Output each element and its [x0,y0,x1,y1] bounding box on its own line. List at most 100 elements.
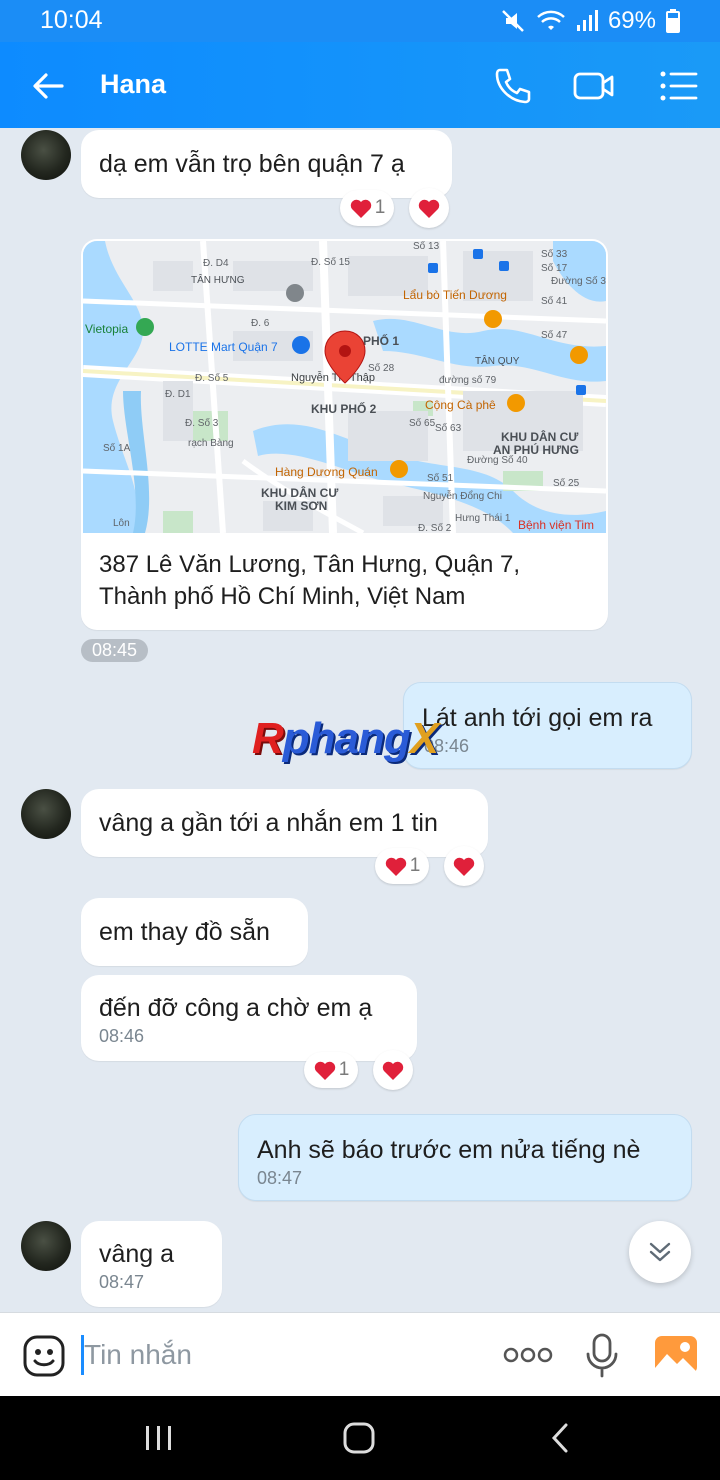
back-arrow-icon[interactable] [28,66,68,106]
my-message-bubble[interactable]: Anh sẽ báo trước em nửa tiếng nè 08:47 [238,1114,692,1201]
recent-apps-icon[interactable] [143,1425,175,1451]
scroll-to-bottom-button[interactable] [629,1221,691,1283]
map-label: Số 1A [103,442,131,454]
map-label: PHỐ 1 [363,333,399,348]
home-icon[interactable] [342,1421,376,1455]
map-label: Đ. D1 [165,389,191,400]
map-label: Số 65 [409,417,436,429]
system-navigation-bar [0,1396,720,1480]
avatar[interactable] [21,1221,71,1271]
heart-icon [350,199,371,218]
react-button[interactable] [444,846,484,886]
chat-header: Hana [0,42,720,128]
reaction-count: 1 [374,197,386,218]
map-label: Đường Số 37 [551,275,606,287]
message-bubble[interactable]: vâng a 08:47 [81,1221,222,1307]
heart-icon [385,857,406,876]
message-time: 08:47 [257,1168,303,1188]
heart-icon [453,857,475,876]
more-icon[interactable] [503,1343,553,1367]
message-text: Lát anh tới gọi em ra [422,704,653,732]
map-label: Số 13 [413,241,440,252]
image-icon[interactable] [653,1334,699,1376]
map-label: LOTTE Mart Quận 7 [169,340,278,354]
status-bar: 10:04 69% [0,0,720,42]
message-text: vâng a gần tới a nhắn em 1 tin [99,809,438,837]
map-preview[interactable]: Số 13 Đ. Số 15 Số 33 Số 17 Đường Số 37 S… [83,241,606,533]
react-button[interactable] [373,1050,413,1090]
map-label: KHU DÂN CƯ [501,429,578,444]
map-label: Số 17 [541,262,568,274]
map-label: Số 47 [541,329,568,341]
menu-list-icon[interactable] [656,64,700,108]
sticker-icon[interactable] [22,1334,66,1378]
back-nav-icon[interactable] [548,1421,572,1455]
reaction-count-badge[interactable]: 1 [304,1052,358,1088]
contact-name[interactable]: Hana [100,69,166,100]
message-text: dạ em vẫn trọ bên quận 7 ạ [99,150,405,178]
chevron-down-icon [649,1242,671,1262]
reaction-count: 1 [338,1059,350,1080]
my-message-bubble[interactable]: Lát anh tới gọi em ra 08:46 [403,682,692,769]
message-bubble[interactable]: em thay đồ sẵn [81,898,308,966]
map-label: AN PHÚ HƯNG [493,442,579,457]
signal-icon [576,10,598,31]
map-label: KHU DÂN CƯ [261,485,338,500]
address-line: 387 Lê Văn Lương, Tân Hưng, Quận 7, [99,551,521,578]
map-label: Đ. Số 2 [418,522,452,533]
map-label: TÂN HƯNG [191,273,245,286]
message-list[interactable]: dạ em vẫn trọ bên quận 7 ạ 1 Số 13 Đ. Số… [0,128,720,1312]
watermark-letter: R [252,714,284,763]
watermark-logo: RphangX [252,714,439,764]
message-input[interactable]: Tin nhắn [84,1339,192,1371]
map-label: Đ. Số 5 [195,372,229,384]
map-label: đường số 79 [439,374,497,386]
map-label: Đ. Số 15 [311,256,350,268]
battery-percent: 69% [607,7,656,34]
video-call-icon[interactable] [572,64,616,108]
message-text: em thay đồ sẵn [99,918,270,946]
map-label: Số 51 [427,472,454,484]
map-label: Hàng Dương Quán [275,465,378,479]
status-time: 10:04 [40,6,103,34]
map-label: Cộng Cà phê [425,398,496,412]
location-card[interactable]: Số 13 Đ. Số 15 Số 33 Số 17 Đường Số 37 S… [81,239,608,630]
map-label: Đ. 6 [251,318,270,329]
message-text: vâng a [99,1240,175,1268]
map-label: Bệnh viện Tim [518,518,594,532]
map-label: Đ. D4 [203,258,229,269]
message-bubble[interactable]: đến đỡ công a chờ em ạ 08:46 [81,975,417,1061]
phone-icon[interactable] [490,64,534,108]
message-time: 08:47 [99,1272,145,1292]
map-label: KHU PHỐ 2 [311,401,377,416]
location-address: 387 Lê Văn Lương, Tân Hưng, Quận 7, Thàn… [99,549,520,613]
message-time: 08:46 [424,736,470,756]
map-label: Số 41 [541,295,568,307]
message-text: Anh sẽ báo trước em nửa tiếng nè [257,1136,641,1164]
message-input-bar: Tin nhắn [0,1312,720,1396]
heart-icon [418,199,440,218]
map-label: Số 33 [541,248,568,260]
status-icons: 69% [500,7,680,35]
map-label: Số 25 [553,477,580,489]
map-label: KIM SƠN [275,499,327,513]
watermark-letter: X [409,714,439,763]
reaction-count-badge[interactable]: 1 [340,190,394,226]
heart-icon [382,1061,404,1080]
microphone-icon[interactable] [585,1332,619,1378]
message-time: 08:46 [99,1026,145,1046]
avatar[interactable] [21,130,71,180]
avatar[interactable] [21,789,71,839]
message-bubble[interactable]: dạ em vẫn trọ bên quận 7 ạ [81,130,452,198]
react-button[interactable] [409,188,449,228]
map-label: Đ. Số 3 [185,417,219,429]
map-graphic: Số 13 Đ. Số 15 Số 33 Số 17 Đường Số 37 S… [83,241,606,533]
map-label: Nguyễn Đổng Chi [423,489,502,502]
map-label: Hưng Thái 1 [455,513,511,524]
mute-icon [502,10,524,32]
reaction-count-badge[interactable]: 1 [375,848,429,884]
watermark-word: phang [282,714,411,763]
map-label: Lẩu bò Tiến Dương [403,288,507,302]
map-label: Nguyễn Thị Thập [291,371,375,384]
message-bubble[interactable]: vâng a gần tới a nhắn em 1 tin [81,789,488,857]
